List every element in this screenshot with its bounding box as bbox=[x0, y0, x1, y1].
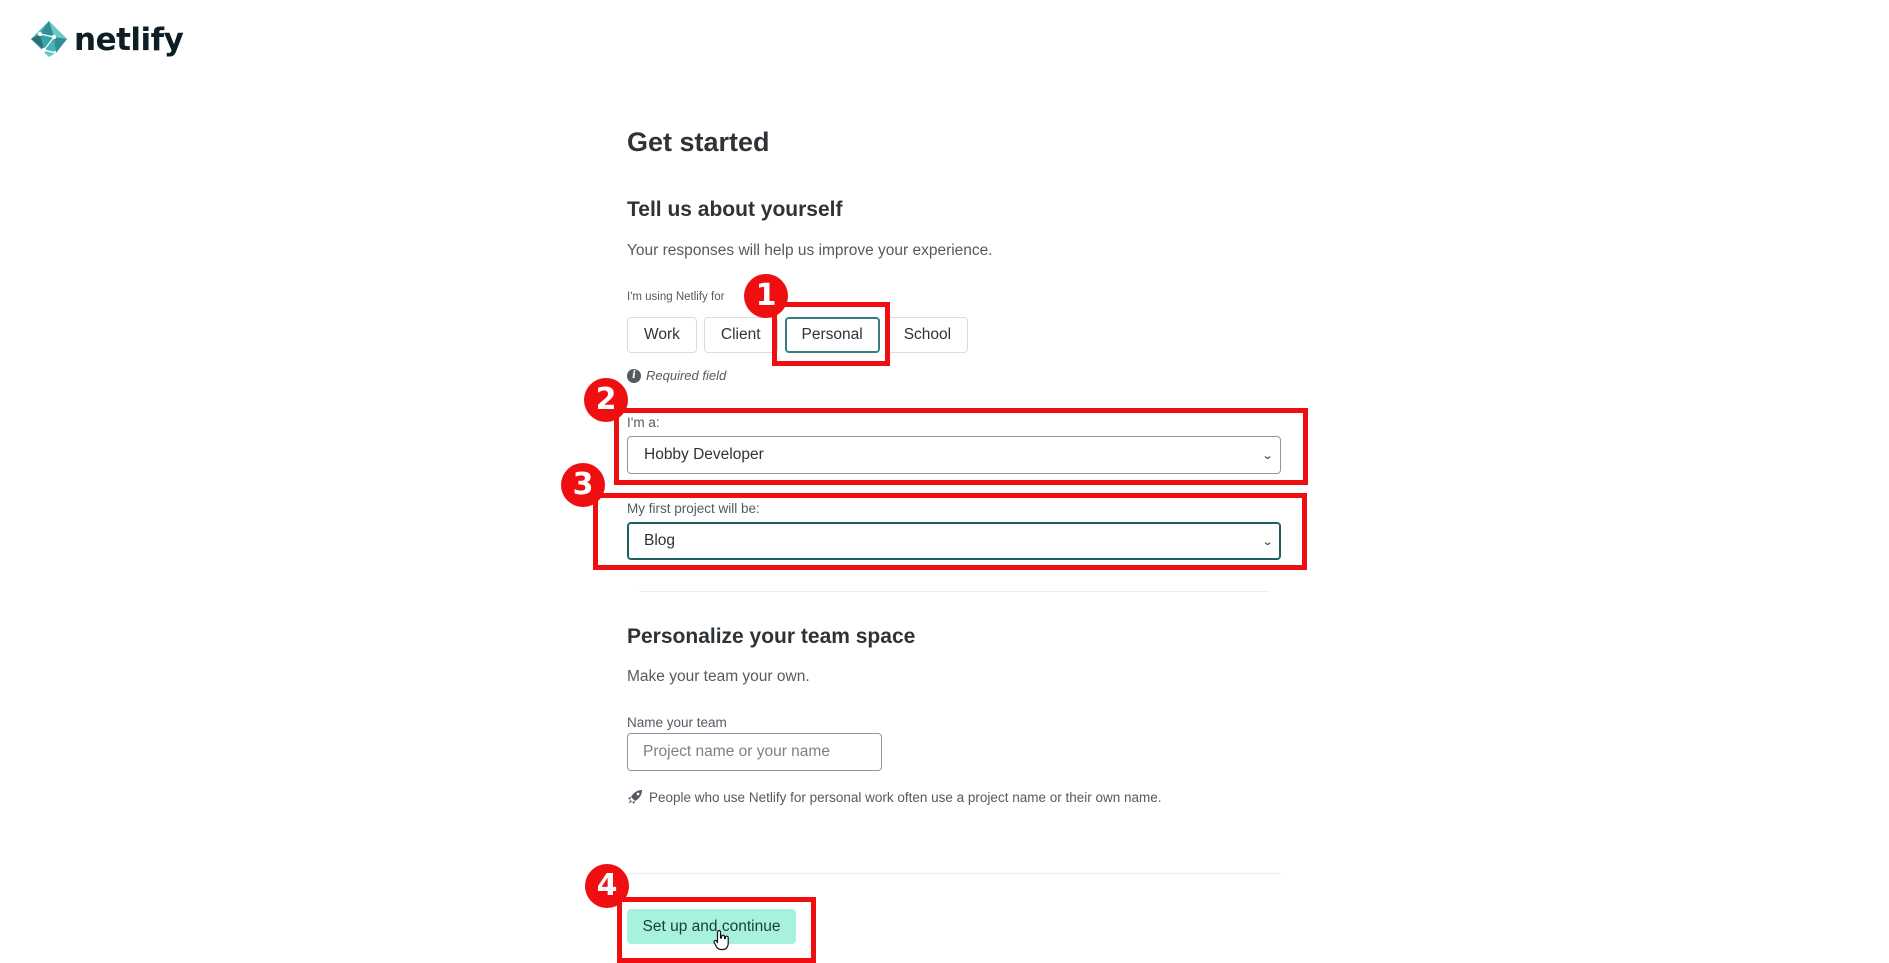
annotation-box-4 bbox=[617, 897, 816, 963]
usage-option-client[interactable]: Client bbox=[703, 317, 778, 353]
annotation-box-1 bbox=[772, 302, 890, 366]
logo-wordmark: netlify bbox=[74, 21, 184, 58]
team-name-label: Name your team bbox=[627, 715, 727, 730]
usage-option-school[interactable]: School bbox=[886, 317, 969, 353]
annotation-marker-2: 2 bbox=[584, 378, 628, 422]
about-section-description: Your responses will help us improve your… bbox=[627, 242, 993, 259]
usage-label: I'm using Netlify for bbox=[627, 291, 725, 303]
team-name-hint-text: People who use Netlify for personal work… bbox=[649, 789, 1162, 805]
netlify-logo-icon bbox=[31, 21, 67, 57]
rocket-icon bbox=[628, 790, 642, 804]
team-name-input[interactable] bbox=[627, 733, 882, 771]
page-title: Get started bbox=[627, 127, 770, 157]
annotation-box-3 bbox=[593, 493, 1307, 570]
info-icon: i bbox=[627, 368, 641, 383]
required-field-text: Required field bbox=[646, 368, 727, 383]
annotation-marker-4: 4 bbox=[585, 864, 629, 908]
section-divider bbox=[639, 591, 1269, 592]
footer-divider bbox=[627, 873, 1281, 874]
annotation-marker-3: 3 bbox=[561, 463, 605, 507]
team-name-hint: People who use Netlify for personal work… bbox=[627, 789, 1162, 805]
annotation-box-2 bbox=[614, 408, 1308, 485]
required-field-note: i Required field bbox=[627, 368, 726, 383]
about-section-title: Tell us about yourself bbox=[627, 198, 843, 221]
netlify-logo[interactable]: netlify bbox=[30, 20, 184, 60]
team-section-description: Make your team your own. bbox=[627, 668, 810, 685]
usage-option-work[interactable]: Work bbox=[627, 317, 697, 353]
team-section-title: Personalize your team space bbox=[627, 625, 916, 648]
annotation-marker-1: 1 bbox=[744, 274, 788, 318]
